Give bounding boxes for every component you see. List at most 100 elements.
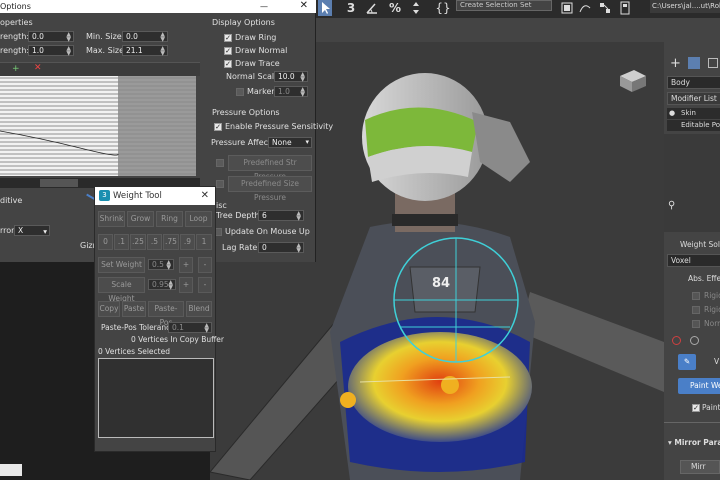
normal-scale-spinner[interactable]: 10.0 ▲ ▼ — [274, 71, 308, 83]
weight-01-button[interactable]: .1 — [114, 234, 129, 250]
app-root: 3 % {} Create Selection Set C:\Users\jal… — [0, 0, 720, 480]
weight-plus-button[interactable]: + — [179, 257, 193, 273]
close-icon[interactable]: ✕ — [201, 187, 209, 205]
predefined-str-checkbox[interactable] — [216, 159, 224, 167]
pressure-options-heading: Pressure Options — [212, 108, 280, 117]
material-editor-icon[interactable] — [618, 0, 632, 16]
falloff-curve-toolbar: + ✕ — [0, 62, 200, 76]
modify-tab-icon[interactable] — [688, 57, 700, 69]
predefined-size-pressure-button[interactable]: Predefined Size Pressure — [228, 176, 312, 202]
divider — [664, 422, 720, 423]
delete-point-icon[interactable]: ✕ — [34, 63, 42, 73]
modifier-list-dropdown[interactable]: Modifier List — [667, 92, 720, 105]
lag-rate-spinner[interactable]: 0 ▲ ▼ — [258, 242, 304, 254]
weight-1-button[interactable]: 1 — [196, 234, 212, 250]
set-weight-button[interactable]: Set Weight — [98, 257, 145, 273]
paint-weights-button[interactable]: Paint Wei — [678, 378, 720, 394]
select-region-icon[interactable] — [318, 0, 332, 16]
enable-pressure-checkbox[interactable]: ✓ — [214, 123, 222, 131]
weight-tool-titlebar: 3 Weight Tool ✕ — [95, 187, 215, 205]
weight-minus-button[interactable]: - — [198, 257, 212, 273]
pressure-affects-dropdown[interactable]: None ▾ — [268, 137, 312, 148]
modifier-stack-empty-area — [664, 134, 720, 232]
add-point-icon[interactable]: + — [12, 64, 20, 74]
rigid-label-1: Rigid — [704, 291, 720, 300]
blend-button[interactable]: Blend — [186, 301, 212, 317]
scale-plus-button[interactable]: + — [179, 277, 193, 293]
tree-depth-label: Tree Depth: — [216, 211, 263, 220]
paint-label: Paint — [702, 403, 720, 412]
snap-3-icon[interactable]: 3 — [344, 0, 358, 16]
object-name-field[interactable]: Body — [667, 76, 720, 89]
voxel-dropdown[interactable]: Voxel — [667, 254, 720, 267]
rigid-checkbox-1[interactable] — [692, 292, 700, 300]
ring-button[interactable]: Ring — [156, 211, 183, 227]
draw-normal-checkbox[interactable]: ✓ — [224, 47, 232, 55]
mirror-mode-button[interactable]: Mirr — [680, 460, 720, 474]
weight-05-button[interactable]: .5 — [147, 234, 162, 250]
weight-0-button[interactable]: 0 — [98, 234, 113, 250]
normalize-label: Norm — [704, 319, 720, 328]
paste-button[interactable]: Paste — [122, 301, 146, 317]
v-button[interactable]: V — [714, 357, 719, 366]
modifier-editable-poly[interactable]: Editable Poly — [667, 120, 720, 131]
tree-depth-spinner[interactable]: 6 ▲ ▼ — [258, 210, 304, 222]
pin-stack-icon[interactable]: ⚲ — [668, 200, 675, 211]
3dsmax-logo-icon: 3 — [99, 190, 110, 201]
min-strength-spinner[interactable]: 1.0 ▲ ▼ — [28, 45, 74, 57]
create-tab-icon[interactable]: + — [670, 56, 681, 71]
weight-025-button[interactable]: .25 — [130, 234, 146, 250]
scale-weight-spinner[interactable]: 0.95 ▲ ▼ — [148, 279, 176, 291]
max-strength-spinner[interactable]: 0.0 ▲ ▼ — [28, 31, 74, 43]
scale-minus-button[interactable]: - — [198, 277, 212, 293]
named-selection-icon[interactable]: {} — [434, 0, 452, 16]
weight-075-button[interactable]: .75 — [163, 234, 179, 250]
update-mouse-up-label: Update On Mouse Up — [225, 227, 310, 236]
copy-button[interactable]: Copy — [98, 301, 120, 317]
shrink-button[interactable]: Shrink — [98, 211, 125, 227]
grow-button[interactable]: Grow — [127, 211, 154, 227]
curve-editor-icon[interactable] — [578, 0, 592, 16]
hierarchy-tab-icon[interactable] — [708, 58, 718, 68]
mirror-axis-dropdown[interactable]: X ▾ — [14, 225, 50, 236]
rigid-checkbox-2[interactable] — [692, 306, 700, 314]
selection-set-dropdown[interactable]: Create Selection Set — [456, 0, 552, 11]
min-size-spinner[interactable]: 0.0 ▲ ▼ — [122, 31, 168, 43]
paste-pos-button[interactable]: Paste-Pos — [148, 301, 184, 327]
paste-pos-tolerance-spinner[interactable]: 0.1 ▲ ▼ — [168, 322, 212, 334]
close-icon[interactable]: ✕ — [300, 0, 308, 12]
schematic-view-icon[interactable] — [598, 0, 612, 16]
modifier-skin[interactable]: ● Skin — [667, 108, 720, 119]
predefined-str-pressure-button[interactable]: Predefined Str Pressure — [228, 155, 312, 181]
scale-weight-button[interactable]: Scale Weight — [98, 277, 145, 303]
spinner-snap-icon[interactable] — [408, 0, 424, 16]
max-size-spinner[interactable]: 21.1 ▲ ▼ — [122, 45, 168, 57]
lag-rate-label: Lag Rate: — [222, 243, 261, 252]
remove-icon[interactable] — [672, 336, 681, 345]
paint-checkbox[interactable]: ✓ — [692, 404, 700, 412]
weight-09-button[interactable]: .9 — [180, 234, 195, 250]
angle-snap-icon[interactable] — [364, 0, 380, 16]
normalize-checkbox[interactable] — [692, 320, 700, 328]
paint-brush-button[interactable]: ✎ — [678, 354, 696, 370]
pressure-affects-label: Pressure Affects — [211, 138, 276, 147]
mirror-params-rollout[interactable]: ▾ Mirror Para — [668, 438, 720, 447]
marker-checkbox[interactable] — [236, 88, 244, 96]
vertex-weight-list[interactable] — [98, 358, 214, 438]
marker-spinner[interactable]: 1.0 ▲ ▼ — [274, 86, 308, 98]
set-weight-spinner[interactable]: 0.5 ▲ ▼ — [148, 259, 174, 271]
draw-ring-checkbox[interactable]: ✓ — [224, 34, 232, 42]
time-slider-fragment[interactable] — [0, 464, 22, 476]
copy-buffer-status: 0 Vertices In Copy Buffer — [131, 335, 224, 344]
loop-button[interactable]: Loop — [185, 211, 212, 227]
mirror-label: rror — [0, 226, 15, 235]
predefined-size-checkbox[interactable] — [216, 180, 224, 188]
minimize-icon[interactable]: — — [260, 0, 268, 13]
eye-icon[interactable]: ● — [669, 108, 675, 119]
scene-explorer-icon[interactable] — [560, 0, 574, 16]
percent-snap-icon[interactable]: % — [388, 0, 402, 16]
draw-trace-checkbox[interactable]: ✓ — [224, 60, 232, 68]
reset-icon[interactable] — [690, 336, 699, 345]
falloff-curve-graph[interactable] — [0, 76, 196, 176]
scroll-thumb[interactable] — [40, 179, 78, 187]
